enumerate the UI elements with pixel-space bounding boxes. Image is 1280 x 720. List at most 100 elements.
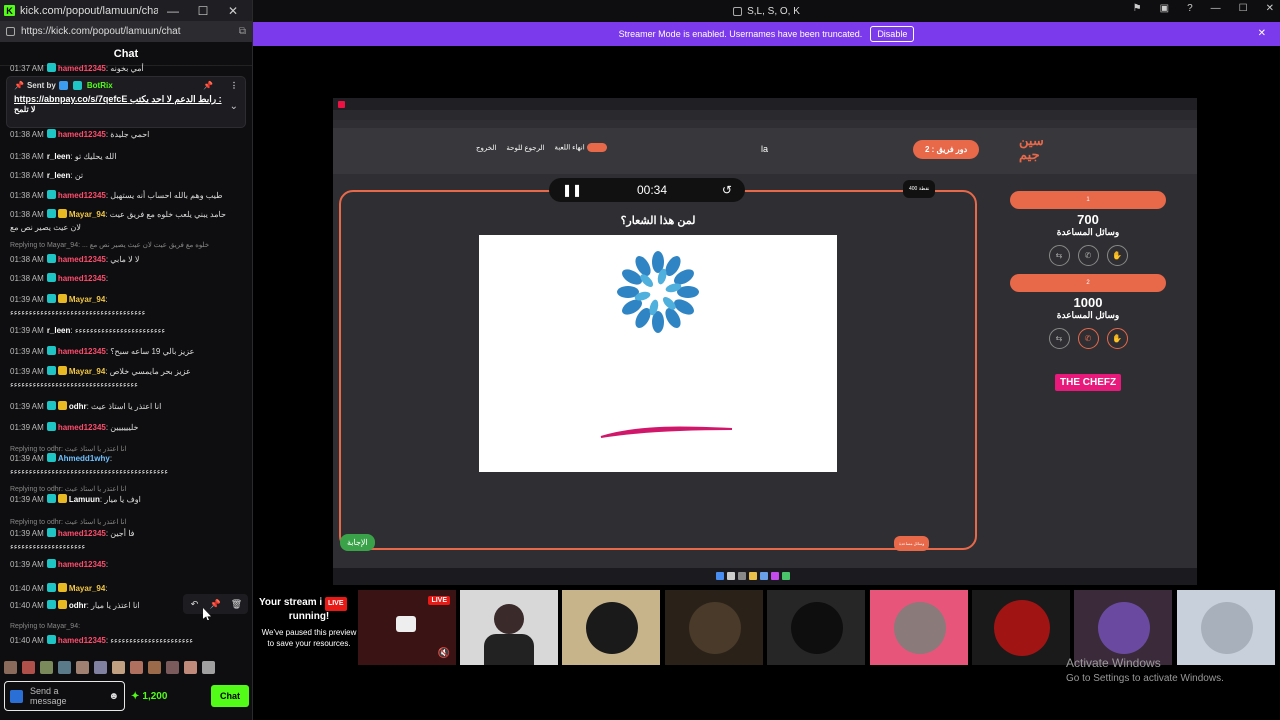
emote-icon[interactable] (112, 660, 125, 674)
message-username[interactable]: Lamuun (69, 495, 100, 504)
end-game-button[interactable]: انهاء اللعبة (555, 143, 607, 152)
message-username[interactable]: hamed12345 (58, 529, 106, 538)
pinned-bot-name[interactable]: BotRix (87, 81, 113, 90)
back-to-board-button[interactable]: الرجوع للوحة (506, 144, 544, 152)
emote-icon[interactable] (58, 660, 71, 674)
answer-button[interactable]: الإجابة (340, 534, 375, 551)
maximize-icon[interactable]: ☐ (1239, 3, 1248, 14)
chat-message[interactable]: 01:39 AM r_leen: ءءءءءءءءءءءءءءءءءءءءءءءء (10, 324, 245, 337)
help-icon[interactable]: ? (1187, 3, 1193, 14)
chevron-down-icon[interactable]: ⌄ (230, 101, 238, 112)
delete-icon[interactable]: 🗑 (228, 596, 245, 612)
chat-send-button[interactable]: Chat (211, 685, 249, 707)
chat-message-list[interactable]: 01:37 AM hamed12345: أمي بخونه 01:38 AM ham… (0, 62, 252, 656)
maximize-icon[interactable]: ☐ (188, 4, 218, 18)
extension-icon[interactable]: ⧉ (239, 26, 246, 37)
message-username[interactable]: hamed12345 (58, 274, 106, 283)
reply-text[interactable]: Replying to Mayar_94: ... خلوه مع فريق ع… (10, 242, 209, 249)
close-banner-icon[interactable]: ✕ (1258, 28, 1266, 39)
phone-icon[interactable]: ✆ (1077, 245, 1099, 266)
reply-context[interactable]: Replying to Mayar_94: ... خلوه مع فريق ع… (10, 238, 245, 252)
phone-icon[interactable]: ✆ (1077, 328, 1099, 349)
help-tools-button[interactable]: وسائل مساعدة (894, 536, 930, 551)
close-icon[interactable]: ✕ (218, 4, 248, 18)
chat-message[interactable]: 01:37 AM hamed12345: أمي بخونه (10, 62, 245, 75)
chat-message[interactable]: 01:39 AM hamed12345: عزيز بالي 19 ساعه سب… (10, 345, 245, 358)
hand-icon[interactable]: ✋ (1106, 328, 1128, 349)
chat-message[interactable]: 01:39 AM hamed12345: خليييييين (10, 421, 245, 434)
message-username[interactable]: odhr (69, 601, 87, 610)
pause-icon[interactable]: ❚❚ (562, 183, 582, 197)
chat-message[interactable]: 01:38 AM hamed12345: طيب وهم بالله احساب … (10, 189, 245, 202)
flag-icon[interactable]: ⚑ (1133, 3, 1142, 14)
chat-message[interactable]: 01:39 AM Lamuun: اوف يا ميار (10, 493, 245, 506)
message-username[interactable]: hamed12345 (58, 347, 106, 356)
message-username[interactable]: hamed12345 (58, 636, 106, 645)
minimize-icon[interactable]: — (1211, 3, 1221, 14)
chat-message[interactable]: 01:39 AM odhr: انا اعتذر يا استاذ عيث (10, 400, 245, 413)
tab-title[interactable]: S,L, S, O, K (747, 6, 800, 17)
message-username[interactable]: Ahmedd1why (58, 454, 110, 463)
emote-icon[interactable] (76, 660, 89, 674)
pinned-link[interactable]: https://abnpay.co/s/7qefcE (14, 94, 127, 104)
double-answer-icon[interactable]: ⇆ (1048, 245, 1070, 266)
chat-message[interactable]: 01:38 AM hamed12345: لا لا مابي (10, 253, 245, 266)
mute-icon[interactable]: 🔇 (438, 648, 450, 659)
emoji-icon[interactable]: ☻ (108, 691, 119, 702)
message-username[interactable]: Mayar_94 (69, 367, 105, 376)
exit-button[interactable]: الخروج (476, 144, 496, 152)
message-username[interactable]: hamed12345 (58, 255, 106, 264)
kick-emote-icon[interactable] (10, 689, 23, 703)
reply-text[interactable]: Replying to Mayar_94: (10, 623, 80, 630)
chat-message[interactable]: 01:38 AM Mayar_94: حامد يبني يلعب خلوه مع… (10, 208, 245, 234)
message-username[interactable]: hamed12345 (58, 64, 106, 73)
participant-thumbnail[interactable] (972, 590, 1070, 665)
message-username[interactable]: r_leen (47, 171, 71, 180)
chat-message[interactable]: 01:40 AM hamed12345: ءءءءءءءءءءءءءءءءءءءء… (10, 634, 245, 647)
message-username[interactable]: Mayar_94 (69, 295, 105, 304)
message-username[interactable]: hamed12345 (58, 560, 106, 569)
message-username[interactable]: r_leen (47, 326, 71, 335)
participant-thumbnail[interactable] (1177, 590, 1275, 665)
emote-icon[interactable] (4, 660, 17, 674)
emote-icon[interactable] (22, 660, 35, 674)
reply-text[interactable]: Replying to odhr: انا اعتذر يا استاذ عيث (10, 486, 126, 493)
disable-button[interactable]: Disable (870, 26, 915, 42)
channel-points[interactable]: ✦ 1,200 (131, 691, 167, 702)
cast-icon[interactable]: ▣ (1160, 3, 1169, 14)
double-answer-icon[interactable]: ⇆ (1048, 328, 1070, 349)
participant-thumbnail[interactable] (1074, 590, 1172, 665)
close-icon[interactable]: ✕ (1266, 3, 1274, 14)
chat-message[interactable]: 01:38 AM hamed12345: احمي جليدة (10, 128, 245, 141)
chat-message[interactable]: 01:38 AM r_leen: تن (10, 169, 245, 182)
emote-icon[interactable] (148, 660, 161, 674)
more-options-icon[interactable]: ⋮ (230, 81, 238, 90)
participant-thumbnail[interactable] (870, 590, 968, 665)
send-message-input[interactable]: Send a message ☻ (4, 681, 125, 711)
chat-message[interactable]: 01:39 AM hamed12345: فا أجين ءءءءءءءءءءءءء… (10, 527, 245, 553)
url-text[interactable]: https://kick.com/popout/lamuun/chat (21, 26, 239, 37)
reply-context[interactable]: Replying to Mayar_94: (10, 619, 245, 633)
reply-icon[interactable]: ↶ (186, 596, 203, 612)
stream-thumbnail[interactable]: LIVE 🔇 (358, 590, 456, 665)
emote-icon[interactable] (184, 660, 197, 674)
participant-thumbnail[interactable] (562, 590, 660, 665)
chat-message[interactable]: 01:39 AM Ahmedd1why: ءءءءءءءءءءءءءءءءءءءء… (10, 452, 245, 478)
hand-icon[interactable]: ✋ (1106, 245, 1128, 266)
emote-icon[interactable] (202, 660, 215, 674)
site-info-icon[interactable] (6, 27, 15, 36)
address-bar[interactable]: https://kick.com/popout/lamuun/chat ⧉ (0, 21, 252, 42)
minimize-icon[interactable]: — (158, 4, 188, 18)
chat-message[interactable]: 01:38 AM r_leen: الله يحليك تو (10, 150, 245, 163)
reset-timer-icon[interactable]: ↺ (722, 183, 732, 197)
end-game-toggle[interactable] (586, 143, 607, 152)
chat-message[interactable]: 01:39 AM hamed12345: (10, 558, 245, 571)
participant-thumbnail[interactable] (665, 590, 763, 665)
message-username[interactable]: hamed12345 (58, 423, 106, 432)
pinned-message[interactable]: 📌 Sent by BotRix 📌 ⋮ https://abnpay.co/s… (6, 76, 246, 128)
chat-message[interactable]: 01:39 AM Mayar_94: ءءءءءءءءءءءءءءءءءءءءءء… (10, 293, 245, 319)
unpin-icon[interactable]: 📌 (203, 81, 213, 90)
message-username[interactable]: r_leen (47, 152, 71, 161)
message-username[interactable]: Mayar_94 (69, 210, 105, 219)
chat-message[interactable]: 01:38 AM hamed12345: (10, 272, 245, 285)
